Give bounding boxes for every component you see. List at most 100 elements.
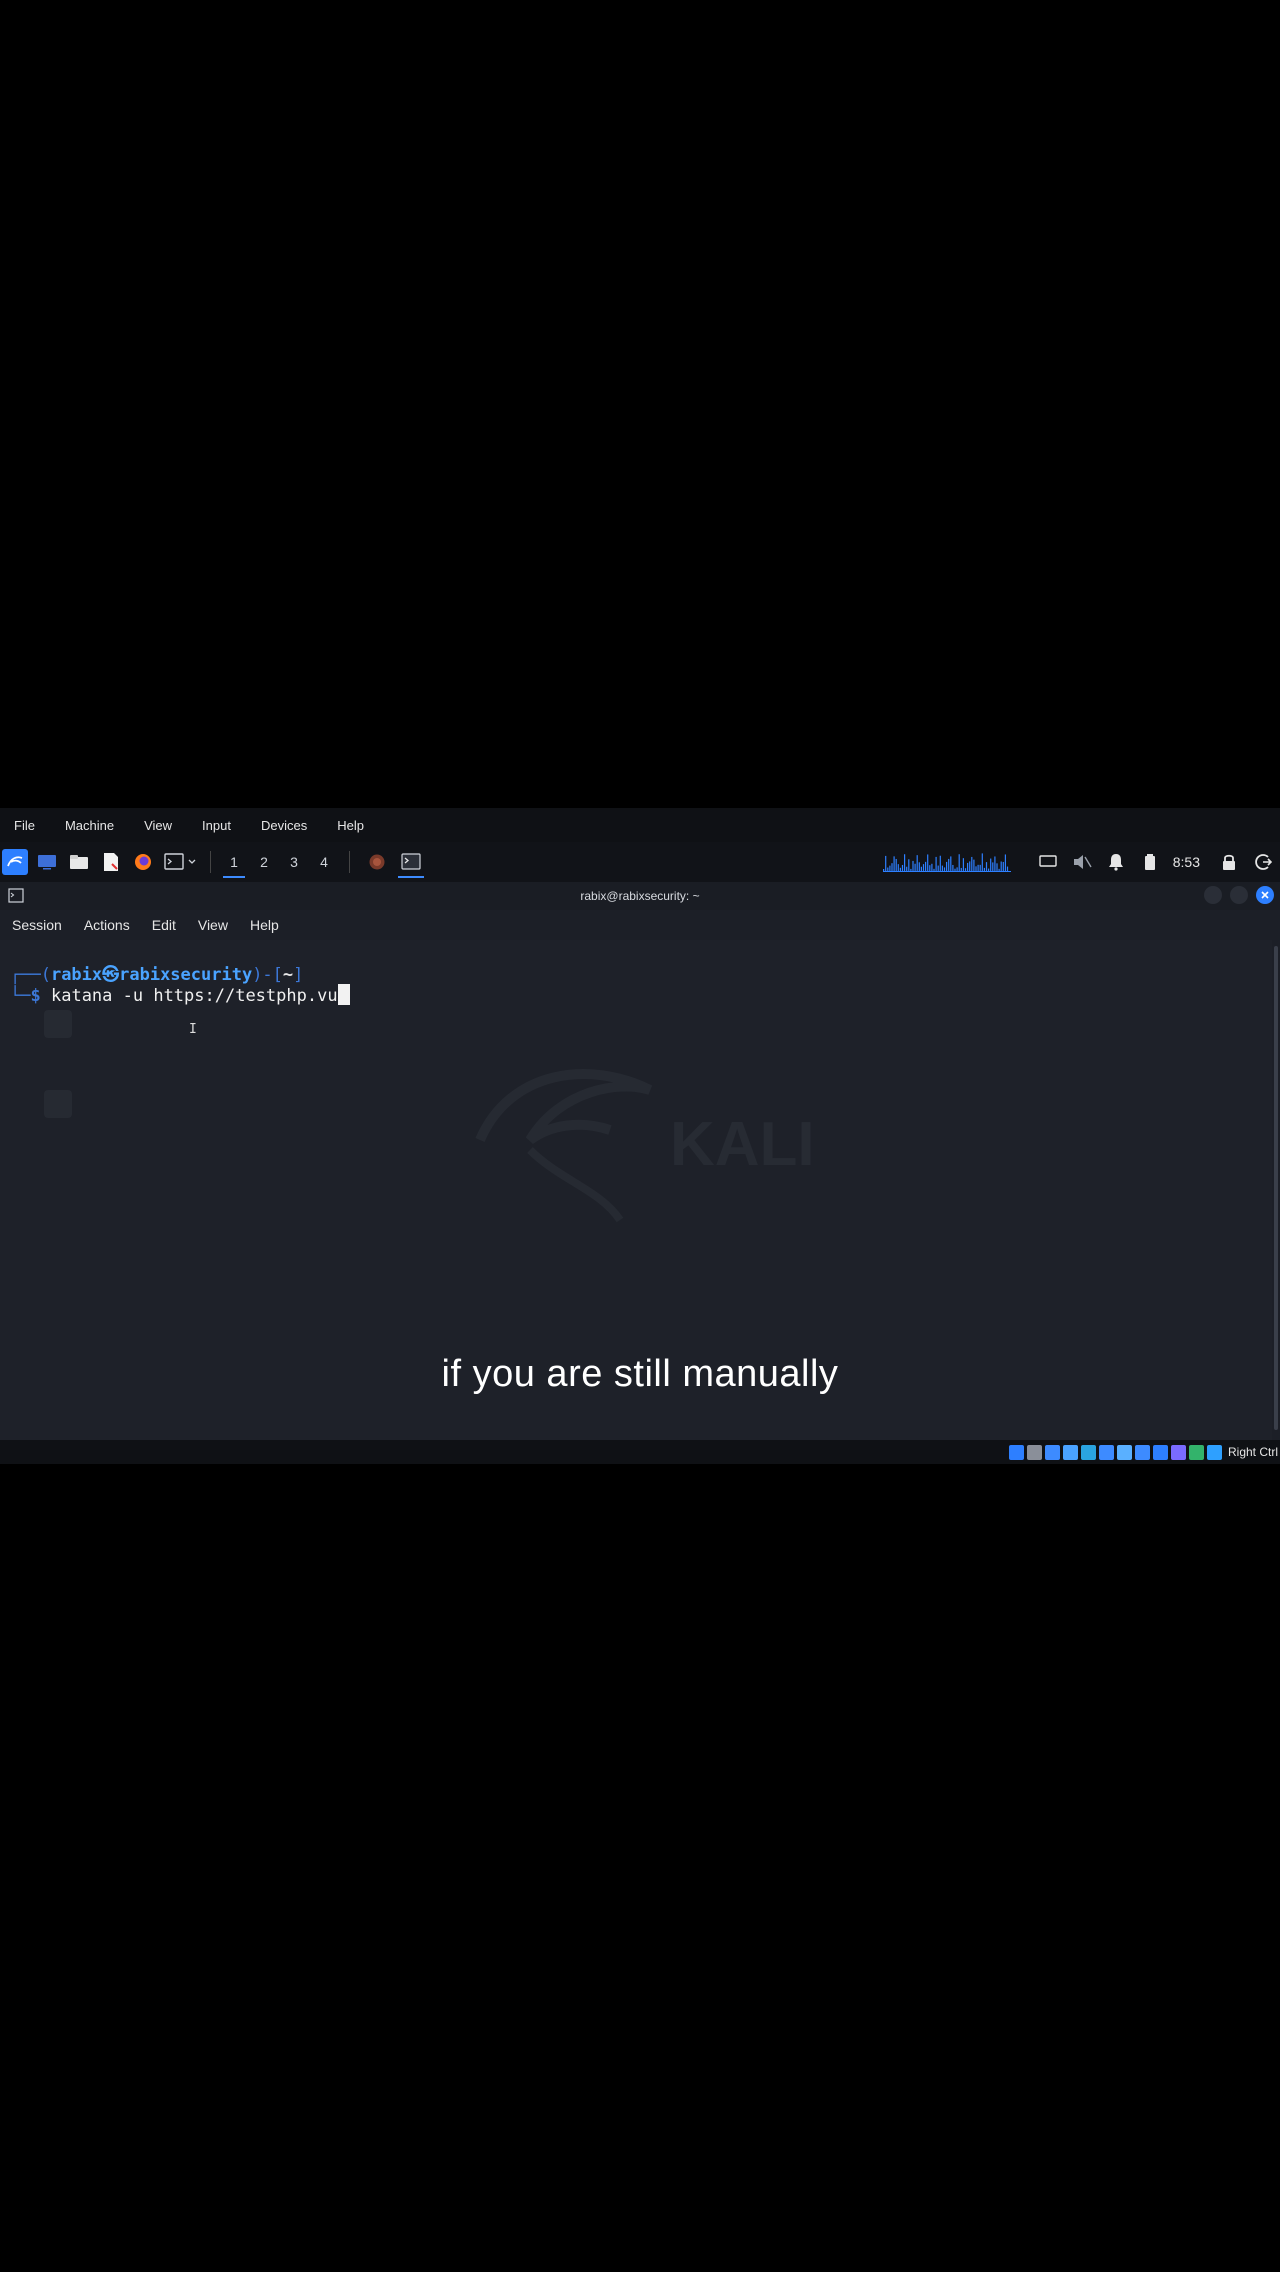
vbox-menu-machine[interactable]: Machine [65, 818, 114, 833]
host-key-label: Right Ctrl [1227, 1445, 1278, 1459]
audio-bar [996, 863, 998, 871]
audio-bar [1000, 861, 1002, 871]
vbox-menu-devices[interactable]: Devices [261, 818, 307, 833]
kali-menu-icon[interactable] [2, 849, 28, 875]
minimize-button[interactable] [1204, 886, 1222, 904]
file-manager-icon[interactable] [66, 849, 92, 875]
audio-bar [1004, 854, 1006, 871]
status-icons [1006, 1444, 1222, 1460]
panel-right: 8:53 [882, 842, 1280, 882]
lock-screen-icon[interactable] [1216, 849, 1242, 875]
audio-bar [970, 856, 973, 871]
vbox-menu-help[interactable]: Help [337, 818, 364, 833]
command-line[interactable]: └─$ katana -u https://testphp.vu [10, 984, 350, 1006]
audio-bar [928, 865, 931, 871]
terminal-app-icon[interactable] [8, 888, 24, 909]
panel-clock[interactable]: 8:53 [1173, 854, 1200, 870]
status-device-icon[interactable] [1188, 1444, 1204, 1460]
video-subtitle: if you are still manually [441, 1353, 839, 1395]
audio-bar [924, 861, 926, 871]
prompt-bracket: ┌──( [10, 965, 51, 985]
volume-muted-icon[interactable] [1069, 849, 1095, 875]
audio-bar [947, 858, 950, 871]
notification-bell-icon[interactable] [1103, 849, 1129, 875]
prompt-bracket: )-[ [252, 965, 283, 985]
audio-bar [939, 855, 941, 871]
terminal-menu-session[interactable]: Session [12, 917, 62, 933]
vbox-menu-view[interactable]: View [144, 818, 172, 833]
status-device-icon[interactable] [1062, 1444, 1078, 1460]
status-device-icon[interactable] [1170, 1444, 1186, 1460]
audio-visualizer [882, 853, 1011, 872]
status-device-icon[interactable] [1044, 1444, 1060, 1460]
audio-bar [945, 861, 947, 871]
audio-bar [889, 865, 891, 871]
terminal-menu-edit[interactable]: Edit [152, 917, 176, 933]
audio-bar [901, 864, 903, 871]
audio-bar [958, 854, 960, 871]
text-editor-icon[interactable] [98, 849, 124, 875]
vbox-menu-file[interactable]: File [14, 818, 35, 833]
taskbar-app-icon[interactable] [364, 849, 390, 875]
maximize-button[interactable] [1230, 886, 1248, 904]
audio-bar [886, 867, 889, 871]
status-device-icon[interactable] [1008, 1444, 1024, 1460]
audio-bar [926, 854, 929, 871]
status-device-icon[interactable] [1116, 1444, 1132, 1460]
audio-bar [884, 855, 887, 871]
panel-separator [349, 851, 350, 873]
audio-bar [949, 856, 952, 871]
audio-bar [920, 866, 922, 871]
audio-bar [895, 858, 897, 871]
audio-bar [912, 860, 914, 871]
workspace-3[interactable]: 3 [279, 842, 309, 882]
terminal-menu-view[interactable]: View [198, 917, 228, 933]
logout-icon[interactable] [1250, 849, 1276, 875]
status-device-icon[interactable] [1152, 1444, 1168, 1460]
prompt-dollar: $ [30, 986, 41, 1006]
audio-bar [882, 869, 884, 871]
audio-bar [973, 859, 975, 871]
audio-bar [977, 864, 979, 871]
status-device-icon[interactable] [1098, 1444, 1114, 1460]
audio-bar [933, 868, 935, 871]
audio-bar [987, 868, 989, 871]
audio-bar [922, 864, 924, 871]
vbox-menu-input[interactable]: Input [202, 818, 231, 833]
terminal-titlebar[interactable]: rabix@rabixsecurity: ~ [0, 882, 1280, 910]
workspace-4[interactable]: 4 [309, 842, 339, 882]
audio-bar [960, 867, 962, 871]
kali-dragon-watermark: KALI [475, 1069, 815, 1223]
audio-bar [914, 863, 916, 871]
audio-bar [1002, 861, 1004, 871]
status-device-icon[interactable] [1134, 1444, 1150, 1460]
audio-bar [983, 867, 985, 871]
close-button[interactable] [1256, 886, 1274, 904]
audio-bar [941, 865, 943, 871]
terminal-launcher-icon[interactable] [162, 849, 200, 875]
firefox-icon[interactable] [130, 849, 156, 875]
terminal-menu-help[interactable]: Help [250, 917, 279, 933]
audio-bar [954, 868, 956, 871]
taskbar-terminal-icon[interactable] [394, 842, 428, 882]
display-icon[interactable] [1035, 849, 1061, 875]
audio-bar [994, 856, 996, 871]
workspace-1[interactable]: 1 [219, 842, 249, 882]
audio-bar [935, 856, 937, 871]
vbox-statusbar: Right Ctrl [0, 1440, 1280, 1464]
audio-bar [962, 858, 964, 871]
desktop-ghost-icon [44, 1010, 72, 1038]
prompt-directory: ~ [282, 965, 294, 985]
audio-bar [931, 863, 933, 871]
status-device-icon[interactable] [1080, 1444, 1096, 1460]
terminal-menu-actions[interactable]: Actions [84, 917, 130, 933]
status-device-icon[interactable] [1206, 1444, 1222, 1460]
status-device-icon[interactable] [1026, 1444, 1042, 1460]
workspace-2[interactable]: 2 [249, 842, 279, 882]
audio-bar [975, 866, 977, 871]
audio-bar [905, 866, 908, 871]
audio-bar [991, 862, 994, 871]
audio-bar [903, 854, 905, 871]
show-desktop-icon[interactable] [34, 849, 60, 875]
audio-bar [1006, 866, 1008, 871]
